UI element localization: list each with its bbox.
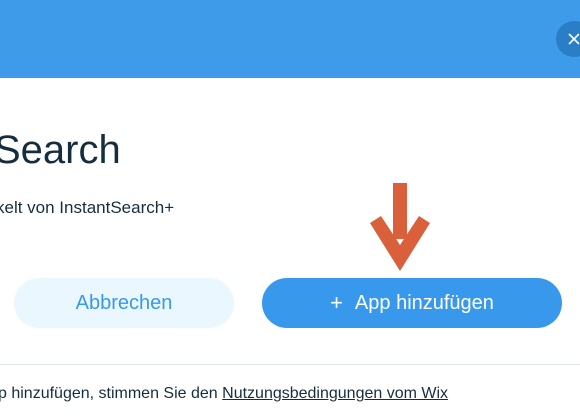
terms-text: p hinzufügen, stimmen Sie den (0, 385, 223, 402)
app-title: Search (0, 128, 121, 172)
close-icon (568, 33, 580, 45)
cancel-button-label: Abbrechen (75, 291, 173, 314)
plus-icon: + (330, 290, 343, 315)
add-app-dialog: Search kelt von InstantSearch+ Abbrechen… (0, 0, 580, 419)
close-button[interactable] (556, 21, 580, 57)
add-app-button-label: App hinzufügen (354, 291, 494, 314)
app-developer: kelt von InstantSearch+ (0, 198, 175, 217)
divider (0, 364, 580, 365)
add-app-button[interactable]: + App hinzufügen (262, 278, 562, 328)
terms-link[interactable]: Nutzungsbedingungen vom Wix (222, 385, 448, 402)
terms-notice: p hinzufügen, stimmen Sie den Nutzungsbe… (0, 386, 448, 402)
cancel-button[interactable]: Abbrechen (14, 278, 234, 328)
arrow-down-icon (370, 183, 430, 271)
dialog-header (0, 0, 580, 78)
